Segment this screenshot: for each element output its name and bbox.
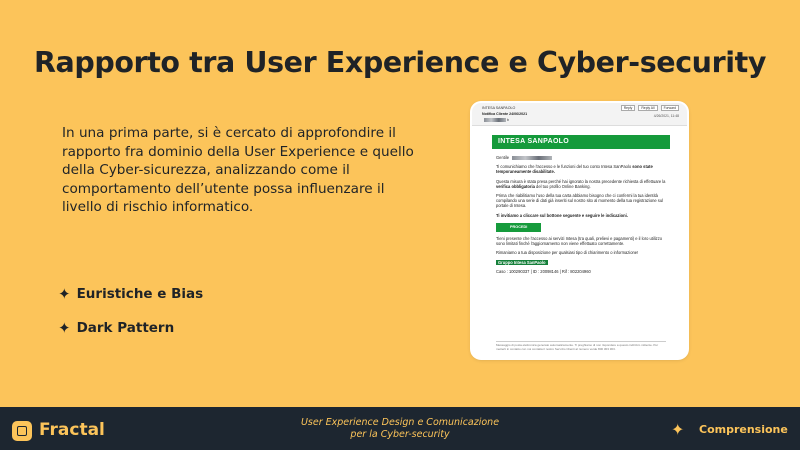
email-paragraph: Rimaniamo a tua disposizione per qualsia… — [496, 250, 639, 256]
email-paragraph: Ti invitiamo a cliccare sul bottone segu… — [496, 212, 628, 218]
email-date: 4/26/2021, 11:48 — [653, 114, 679, 118]
section-label: Comprensione — [699, 423, 788, 436]
email-paragraph: Ti comunichiamo che l'accesso e le funzi… — [496, 164, 653, 175]
course-title: User Experience Design e Comunicazione p… — [300, 417, 500, 440]
email-greeting: Gentile — [496, 155, 666, 160]
footer-bar: Fractal User Experience Design e Comunic… — [0, 407, 800, 450]
bullet-label: Dark Pattern — [76, 320, 175, 336]
brand-name: Fractal — [39, 420, 105, 440]
email-subject: Notifica Cliente 24/06/2021 — [482, 112, 528, 116]
email-signature: Gruppo Intesa SanPaolo — [496, 259, 548, 265]
bullet-label: Euristiche e Bias — [76, 286, 204, 302]
email-actions: Reply Reply All Forward — [620, 105, 679, 111]
reply-all-button: Reply All — [638, 105, 658, 111]
email-case-id: Caso : 100290337 | ID : 20098146 | Rif :… — [496, 268, 591, 274]
sparkle-icon: ✦ — [58, 318, 71, 337]
email-footer-note: Messaggio di posta elettronica generato … — [496, 341, 666, 352]
email-paragraph: Prima che riabilitiamo l'uso della tua c… — [496, 193, 664, 209]
forward-button: Forward — [660, 105, 679, 111]
intesa-brand-bar: INTESA SANPAOLO — [492, 135, 670, 149]
bullet-item-heuristics: ✦ Euristiche e Bias — [58, 286, 203, 302]
reply-button: Reply — [620, 105, 636, 111]
bullet-item-dark-pattern: ✦ Dark Pattern — [58, 320, 174, 336]
redacted-block — [512, 155, 553, 160]
email-body: Gentile Ti comunichiamo che l'accesso e … — [496, 155, 666, 278]
email-paragraph: Questa misura è stata presa perché hai i… — [496, 178, 666, 189]
redacted-block — [484, 118, 506, 123]
sparkle-icon: ✦ — [58, 284, 71, 303]
slide-title: Rapporto tra User Experience e Cyber-sec… — [33, 46, 767, 79]
email-paragraph: Tieni presente che l'accesso ai servizi … — [496, 236, 663, 247]
sparkle-icon: ✦ — [671, 420, 685, 439]
intro-paragraph: In una prima parte, si è cercato di appr… — [62, 125, 414, 216]
fractal-logo-icon — [12, 421, 32, 441]
proceed-button: PROCEDI — [496, 222, 542, 233]
email-to: b — [482, 118, 509, 123]
phishing-email-screenshot: INTESA SANPAOLO Notifica Cliente 24/06/2… — [472, 103, 687, 358]
email-from: INTESA SANPAOLO — [482, 106, 516, 110]
email-header: INTESA SANPAOLO Notifica Cliente 24/06/2… — [472, 103, 687, 126]
